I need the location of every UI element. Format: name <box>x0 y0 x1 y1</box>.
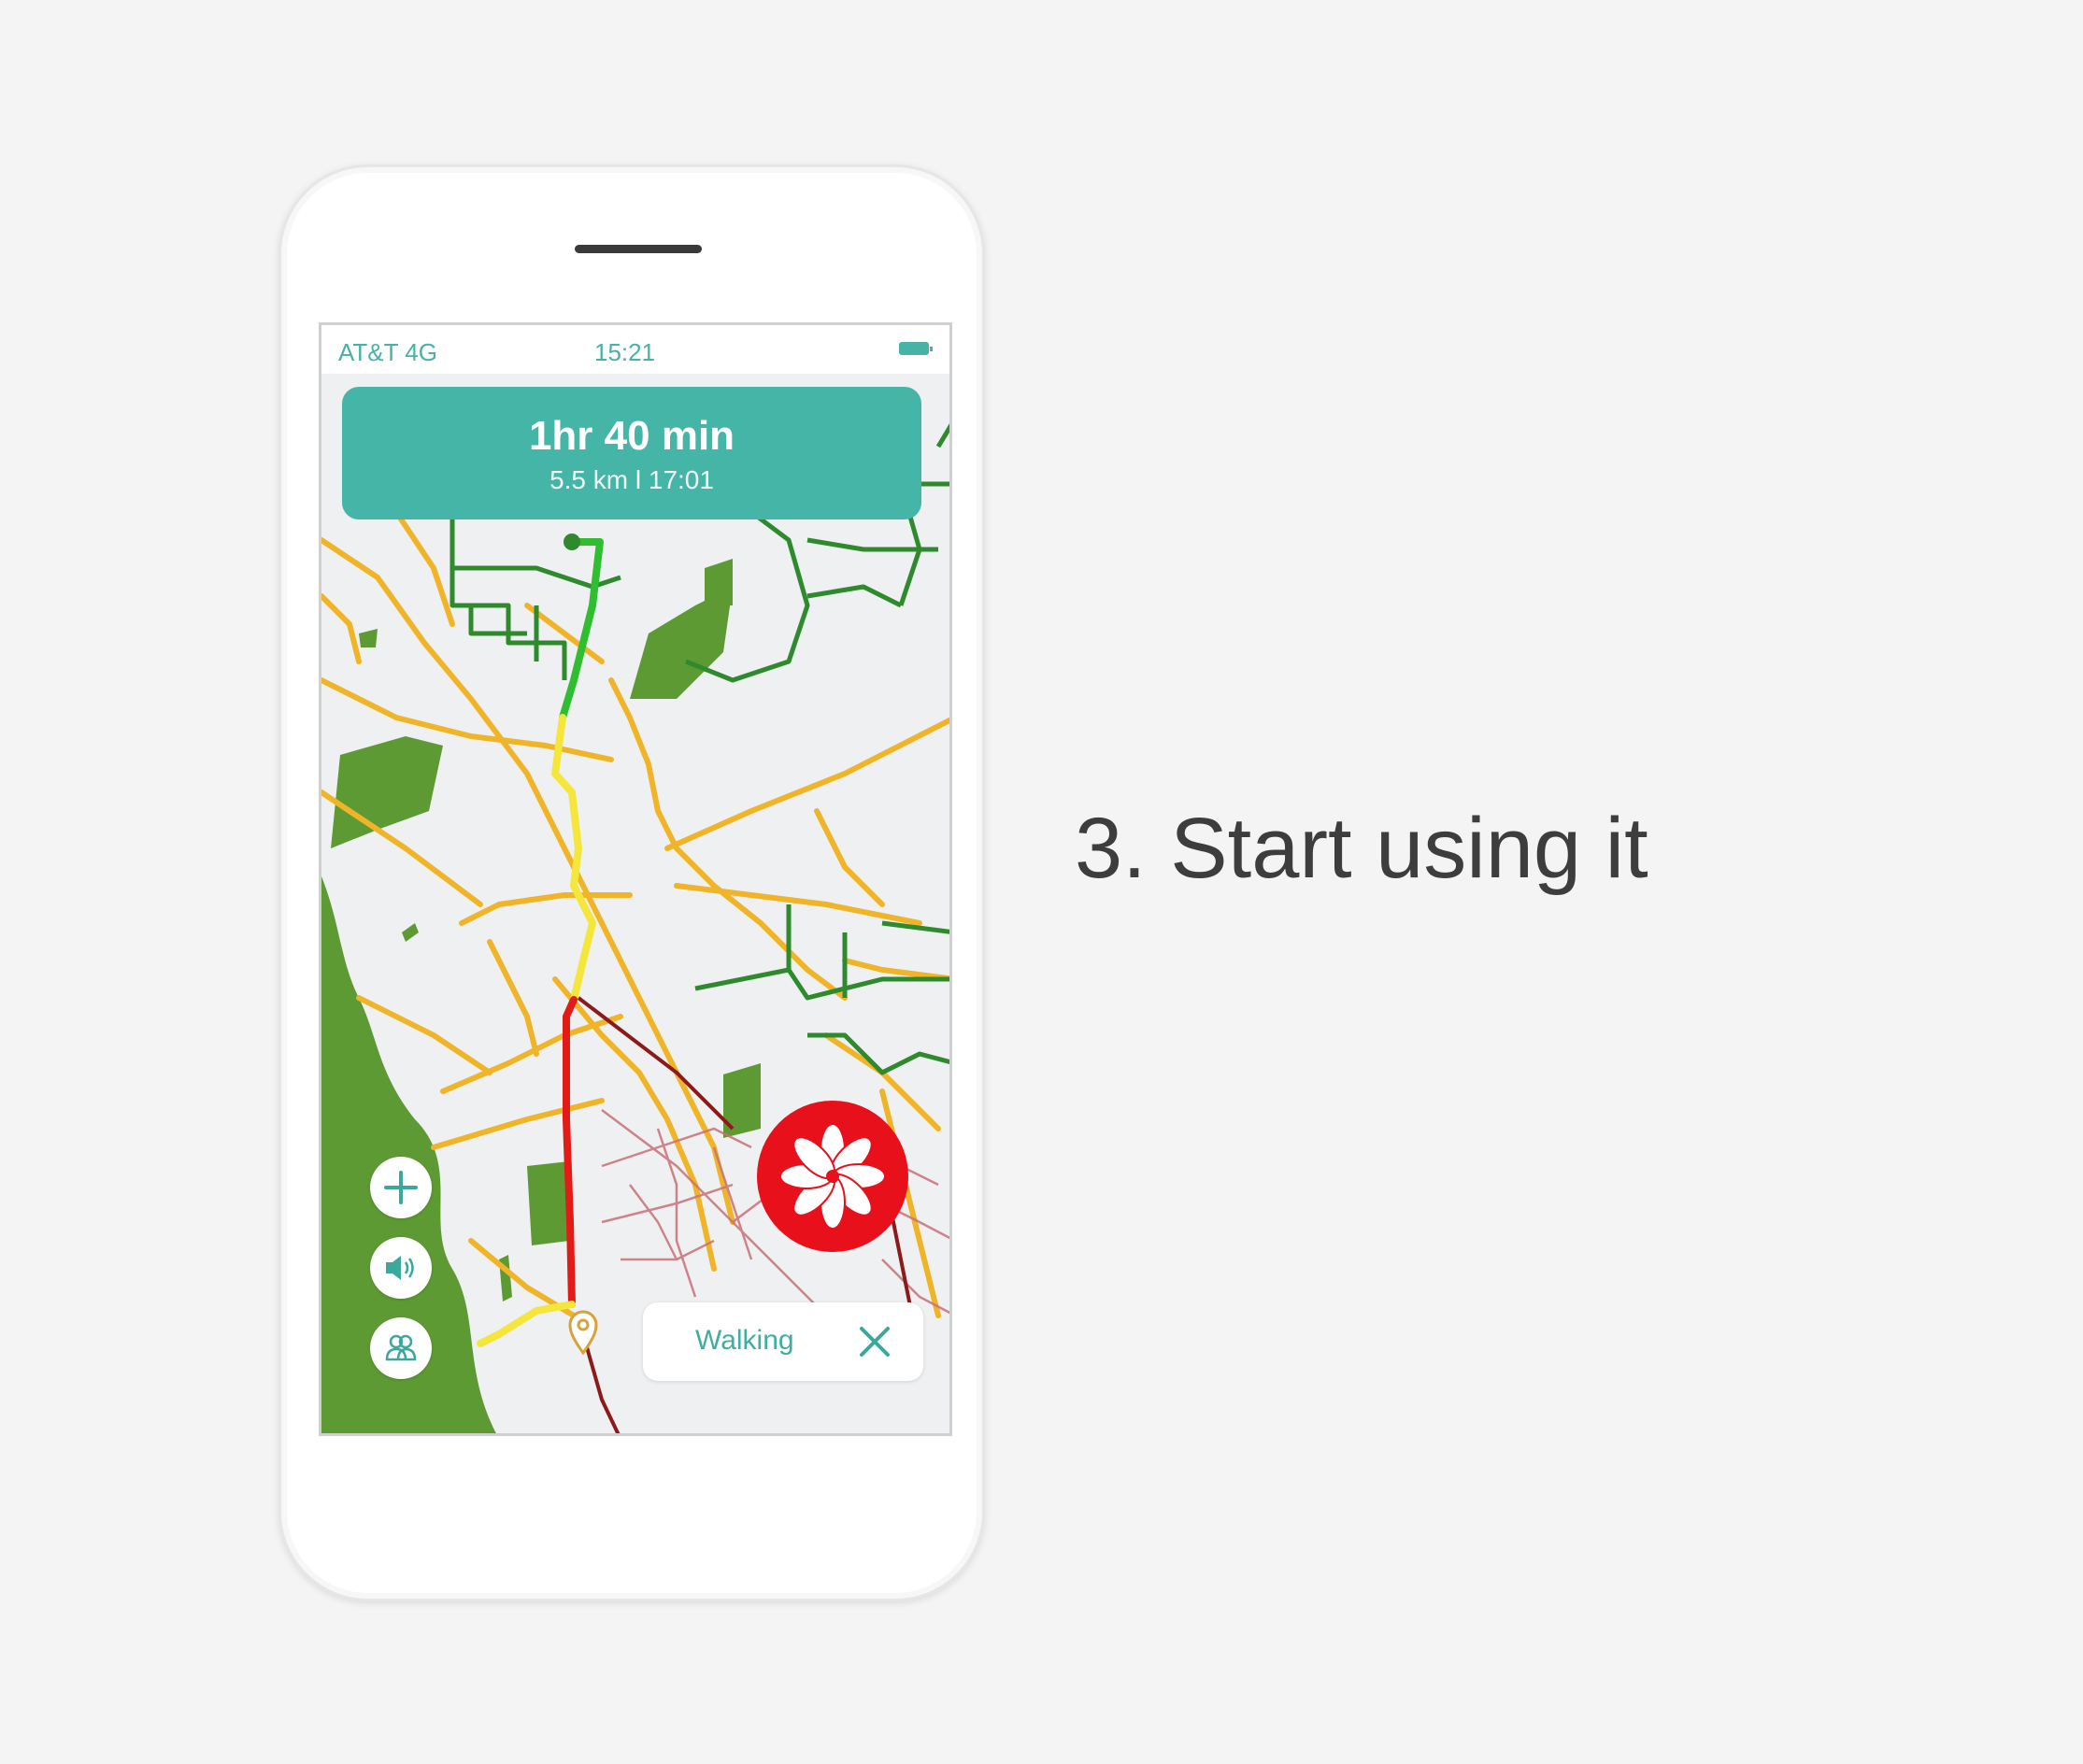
plus-icon <box>384 1171 418 1204</box>
zoom-in-button[interactable] <box>370 1157 432 1218</box>
sound-button[interactable] <box>370 1237 432 1299</box>
speaker-icon <box>386 1256 414 1280</box>
close-icon[interactable] <box>854 1321 895 1362</box>
route-duration: 1hr 40 min <box>528 413 735 459</box>
flower-icon <box>779 1123 886 1230</box>
travel-mode-label: Walking <box>695 1325 794 1356</box>
carrier-label: AT&T 4G <box>338 338 437 366</box>
travel-mode-card[interactable]: Walking <box>643 1302 923 1381</box>
phone-speaker <box>575 245 702 253</box>
route-summary-card[interactable]: 1hr 40 min 5.5 km l 17:01 <box>342 387 921 519</box>
landmark-marker[interactable] <box>757 1101 908 1252</box>
destination-pin-icon[interactable] <box>566 1308 600 1355</box>
group-button[interactable] <box>370 1317 432 1379</box>
people-icon <box>385 1334 417 1361</box>
phone-frame: AT&T 4G 15:21 1hr 40 min 5.5 km l 17:01 <box>278 164 985 1601</box>
status-bar: AT&T 4G 15:21 <box>321 325 949 374</box>
status-time: 15:21 <box>594 338 656 366</box>
phone-screen: AT&T 4G 15:21 1hr 40 min 5.5 km l 17:01 <box>319 322 952 1436</box>
route-details: 5.5 km l 17:01 <box>549 465 714 494</box>
battery-icon <box>899 342 933 355</box>
step-caption: 3. Start using it <box>1075 801 1648 896</box>
